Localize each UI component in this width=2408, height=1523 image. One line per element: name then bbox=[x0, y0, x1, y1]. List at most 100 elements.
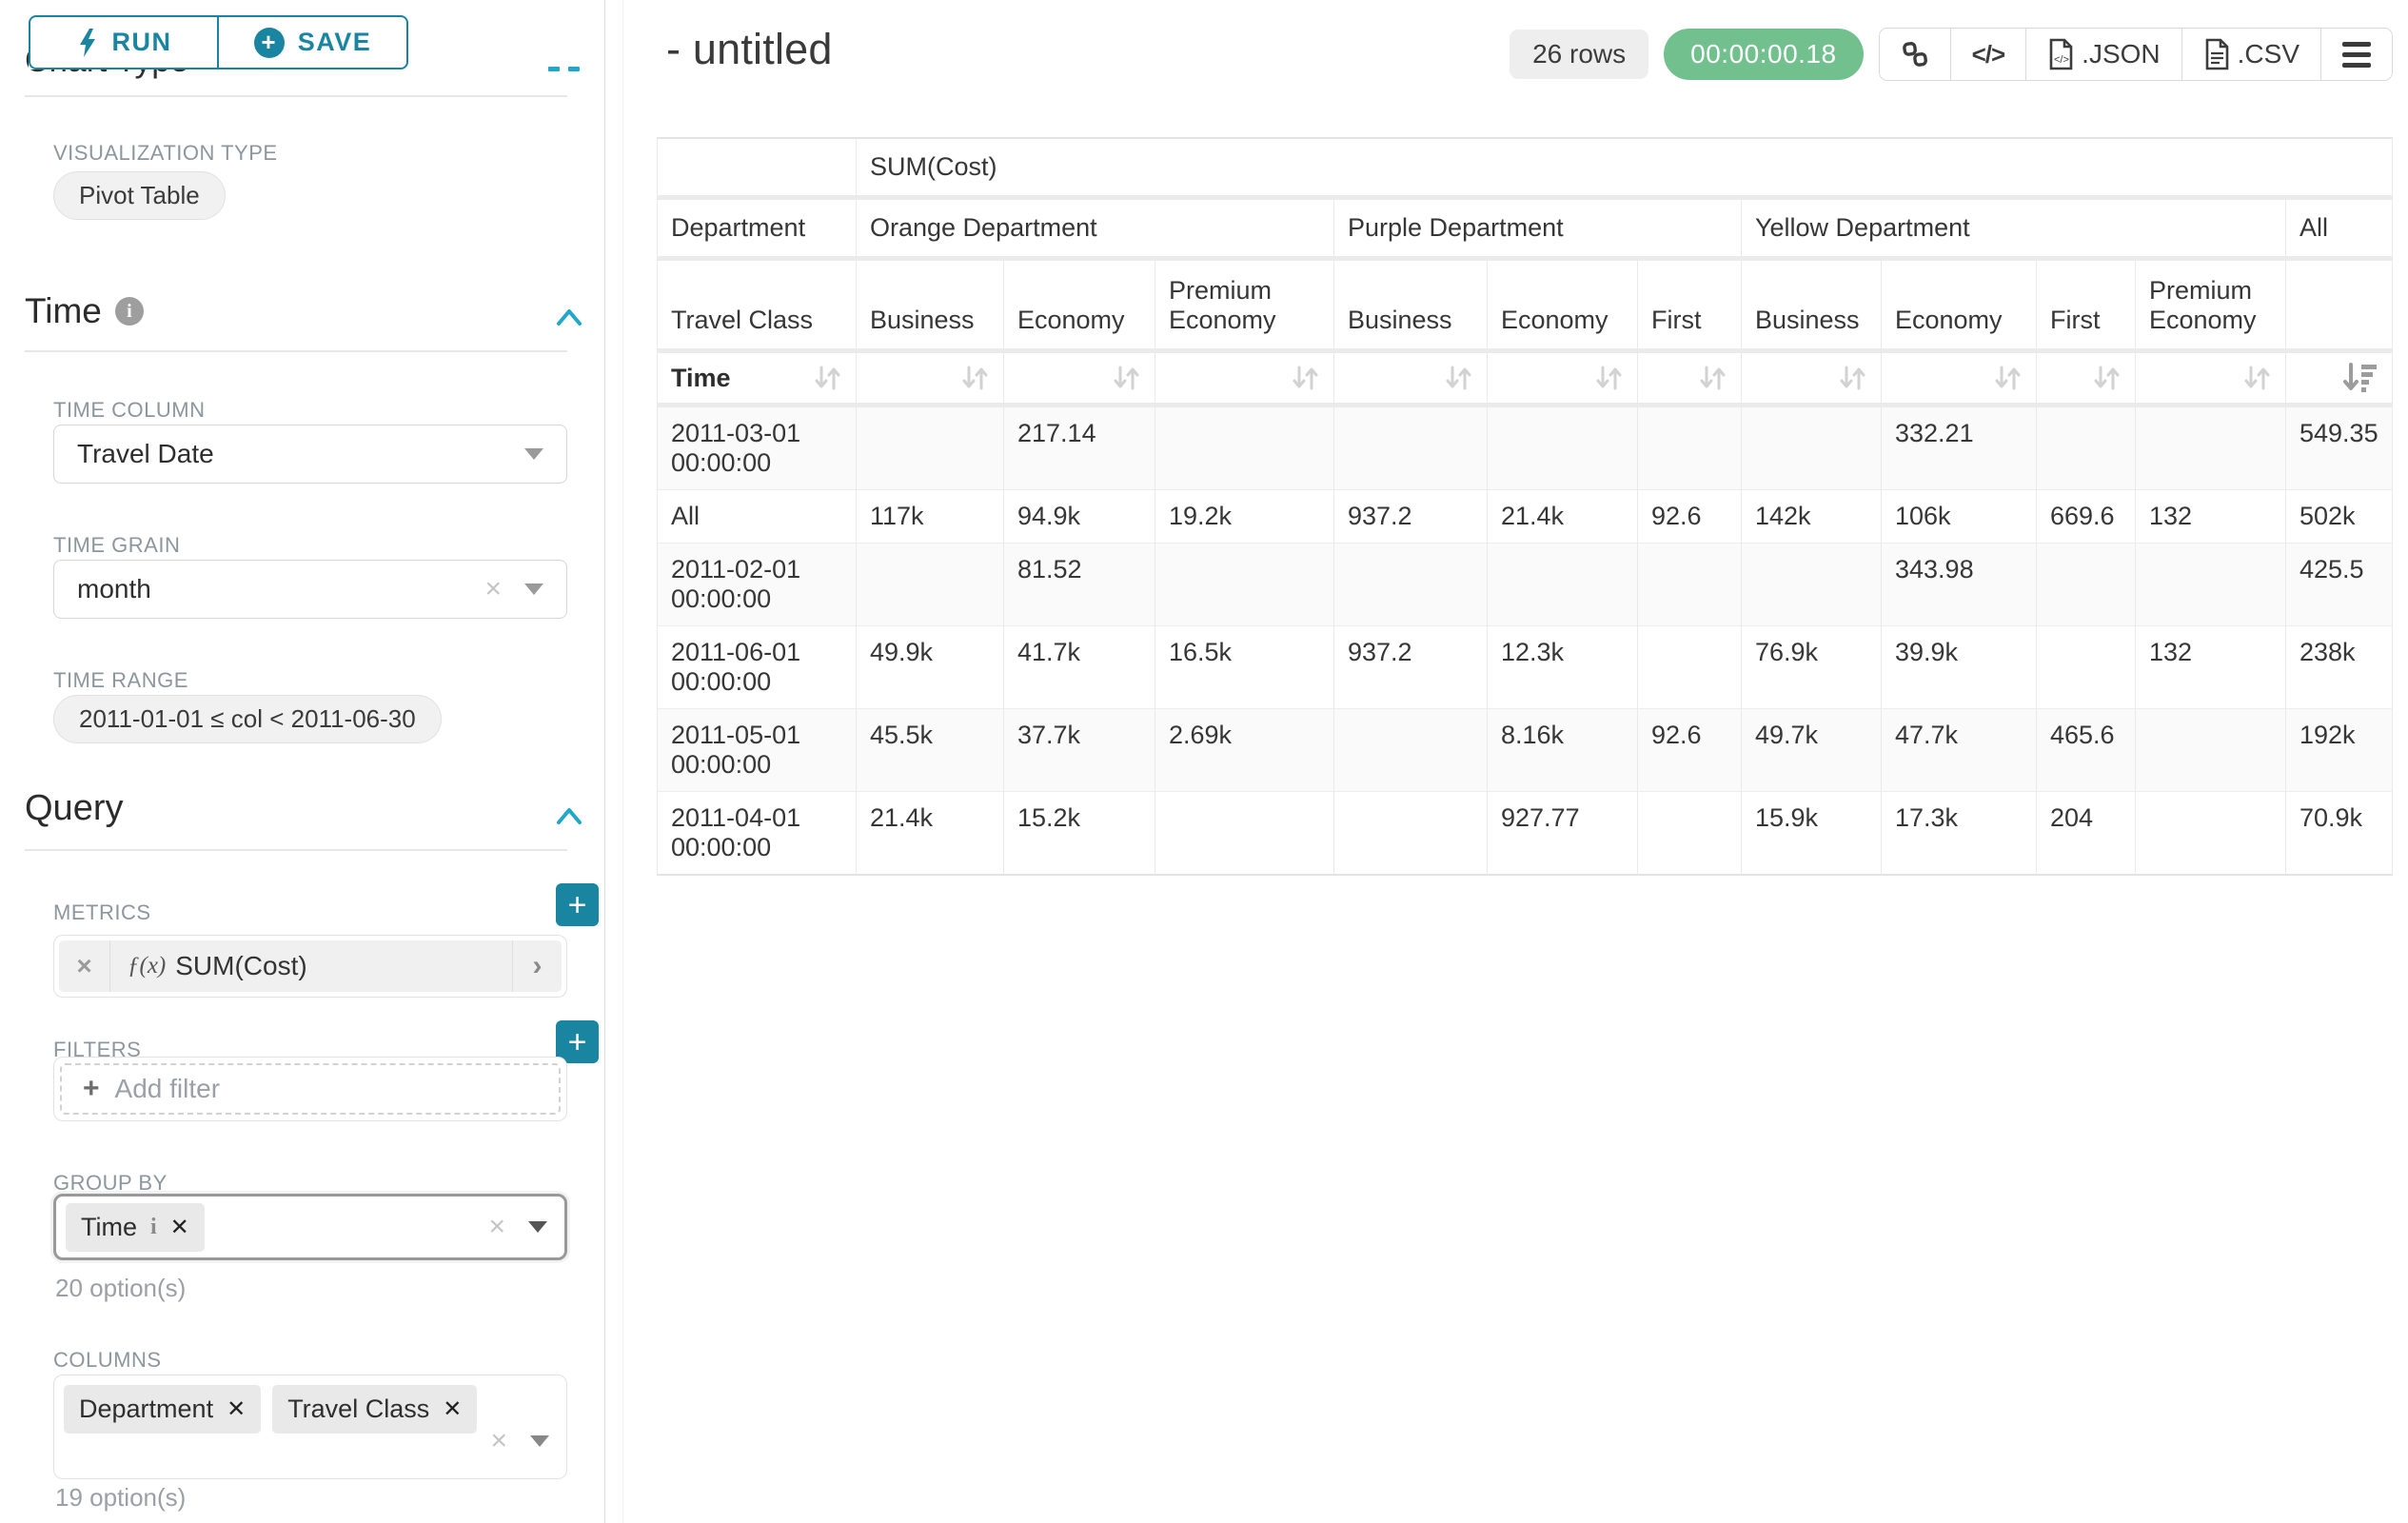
clipped-action-icon bbox=[548, 67, 560, 71]
filters-control: + Add filter bbox=[53, 1057, 567, 1121]
col-sort-button[interactable] bbox=[2037, 353, 2136, 407]
collapse-time-chevron-icon[interactable] bbox=[555, 307, 583, 327]
value-cell: 47.7k bbox=[1882, 709, 2037, 792]
col-sort-button[interactable] bbox=[1155, 353, 1334, 407]
chart-control-panel: Chart Type RUN + SAVE VISUALIZATION TYPE… bbox=[0, 0, 605, 1523]
value-cell: 204 bbox=[2037, 792, 2136, 876]
section-divider bbox=[25, 95, 567, 97]
col-sort-button[interactable] bbox=[2286, 353, 2393, 407]
value-cell bbox=[1334, 407, 1488, 490]
metric-control: × ƒ(x) SUM(Cost) › bbox=[53, 935, 567, 998]
link-chain-icon bbox=[1901, 40, 1929, 69]
group-by-select[interactable]: Time i ✕ × bbox=[53, 1194, 567, 1260]
value-cell: 927.77 bbox=[1488, 792, 1638, 876]
columns-tag-travel-class[interactable]: Travel Class ✕ bbox=[272, 1385, 477, 1434]
col-sort-button[interactable] bbox=[2136, 353, 2286, 407]
panel-divider bbox=[622, 0, 623, 1523]
value-cell: 117k bbox=[857, 490, 1004, 544]
value-cell: 76.9k bbox=[1742, 626, 1882, 709]
caret-down-icon bbox=[524, 583, 543, 595]
columns-select[interactable]: Department ✕ Travel Class ✕ × bbox=[53, 1375, 567, 1479]
corner-cell bbox=[657, 137, 857, 200]
remove-tag-icon[interactable]: ✕ bbox=[227, 1395, 246, 1423]
dept-group-header: All bbox=[2286, 200, 2393, 261]
caret-down-icon bbox=[528, 1221, 547, 1233]
clear-icon[interactable]: × bbox=[484, 575, 502, 603]
col-sort-button[interactable] bbox=[857, 353, 1004, 407]
clear-icon[interactable]: × bbox=[488, 1213, 505, 1241]
clear-icon[interactable]: × bbox=[490, 1427, 507, 1455]
viz-type-pill[interactable]: Pivot Table bbox=[53, 171, 226, 220]
value-cell: 8.16k bbox=[1488, 709, 1638, 792]
add-metric-button[interactable]: + bbox=[556, 883, 599, 926]
value-cell bbox=[857, 544, 1004, 626]
row-dim-time-sort[interactable]: Time bbox=[657, 353, 857, 407]
add-filter-button[interactable]: + Add filter bbox=[60, 1063, 561, 1115]
tag-label: Department bbox=[79, 1394, 213, 1424]
col-sort-button[interactable] bbox=[1334, 353, 1488, 407]
columns-options-note: 19 option(s) bbox=[55, 1483, 186, 1513]
time-column-label: TIME COLUMN bbox=[53, 398, 206, 423]
columns-tag-department[interactable]: Department ✕ bbox=[64, 1385, 261, 1434]
export-json-button[interactable]: </> .JSON bbox=[2025, 29, 2181, 80]
value-cell: 217.14 bbox=[1004, 407, 1155, 490]
info-icon[interactable]: i bbox=[115, 297, 144, 326]
col-sort-button[interactable] bbox=[1004, 353, 1155, 407]
table-row: All117k94.9k19.2k937.221.4k92.6142k106k6… bbox=[657, 490, 2393, 544]
info-icon[interactable]: i bbox=[150, 1215, 157, 1240]
time-range-pill[interactable]: 2011-01-01 ≤ col < 2011-06-30 bbox=[53, 695, 442, 743]
table-row: 2011-05-01 00:00:0045.5k37.7k2.69k8.16k9… bbox=[657, 709, 2393, 792]
travel-class-header: Economy bbox=[1488, 261, 1638, 353]
file-json-icon: </> bbox=[2047, 38, 2074, 70]
sort-arrows-icon bbox=[2092, 364, 2122, 392]
save-button[interactable]: + SAVE bbox=[218, 15, 408, 69]
group-by-tag-time[interactable]: Time i ✕ bbox=[66, 1203, 205, 1252]
value-cell bbox=[857, 407, 1004, 490]
remove-tag-icon[interactable]: ✕ bbox=[443, 1395, 462, 1423]
embed-code-button[interactable]: </> bbox=[1950, 29, 2026, 80]
time-range-label: TIME RANGE bbox=[53, 668, 188, 693]
value-cell: 15.9k bbox=[1742, 792, 1882, 876]
value-cell bbox=[1334, 544, 1488, 626]
export-csv-button[interactable]: .CSV bbox=[2181, 29, 2320, 80]
col-sort-button[interactable] bbox=[1638, 353, 1742, 407]
remove-tag-icon[interactable]: ✕ bbox=[170, 1214, 189, 1241]
run-button[interactable]: RUN bbox=[29, 15, 218, 69]
time-grain-select[interactable]: month × bbox=[53, 560, 567, 619]
hamburger-icon bbox=[2342, 42, 2371, 68]
col-sort-button[interactable] bbox=[1882, 353, 2037, 407]
row-label: 2011-06-01 00:00:00 bbox=[657, 626, 857, 709]
chart-title[interactable]: - untitled bbox=[666, 25, 833, 74]
remove-metric-icon[interactable]: × bbox=[59, 940, 110, 992]
table-row: 2011-06-01 00:00:0049.9k41.7k16.5k937.21… bbox=[657, 626, 2393, 709]
value-cell: 549.35 bbox=[2286, 407, 2393, 490]
row-dim-department: Department bbox=[657, 200, 857, 261]
col-sort-button[interactable] bbox=[1488, 353, 1638, 407]
col-sort-button[interactable] bbox=[1742, 353, 1882, 407]
time-grain-value: month bbox=[77, 574, 151, 604]
value-cell: 15.2k bbox=[1004, 792, 1155, 876]
value-cell: 332.21 bbox=[1882, 407, 2037, 490]
svg-text:</>: </> bbox=[2054, 54, 2069, 66]
sort-arrows-icon bbox=[1112, 364, 1141, 392]
chevron-right-icon[interactable]: › bbox=[512, 940, 562, 992]
save-button-label: SAVE bbox=[298, 28, 372, 57]
collapse-query-chevron-icon[interactable] bbox=[555, 805, 583, 826]
value-cell: 2.69k bbox=[1155, 709, 1334, 792]
file-text-icon bbox=[2203, 38, 2230, 70]
value-cell: 92.6 bbox=[1638, 490, 1742, 544]
value-cell: 132 bbox=[2136, 626, 2286, 709]
value-cell bbox=[1638, 626, 1742, 709]
metric-pill[interactable]: × ƒ(x) SUM(Cost) › bbox=[59, 940, 562, 992]
code-brackets-icon: </> bbox=[1972, 40, 2005, 69]
value-cell bbox=[2136, 407, 2286, 490]
more-menu-button[interactable] bbox=[2320, 29, 2392, 80]
time-column-value: Travel Date bbox=[77, 439, 214, 469]
sort-arrows-icon bbox=[1993, 364, 2023, 392]
time-column-select[interactable]: Travel Date bbox=[53, 425, 567, 484]
value-cell: 37.7k bbox=[1004, 709, 1155, 792]
value-cell bbox=[1638, 792, 1742, 876]
caret-down-icon bbox=[530, 1435, 549, 1447]
share-link-button[interactable] bbox=[1880, 29, 1950, 80]
value-cell bbox=[2136, 792, 2286, 876]
